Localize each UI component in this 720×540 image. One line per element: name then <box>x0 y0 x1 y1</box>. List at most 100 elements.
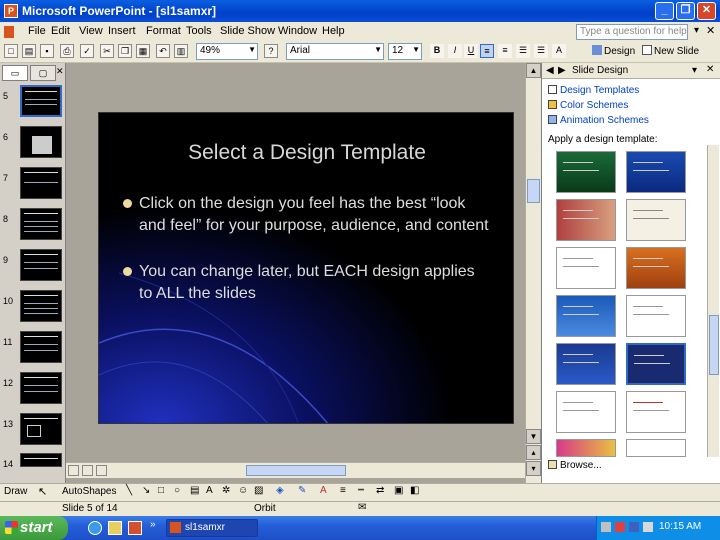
slide-sorter-icon[interactable] <box>82 465 93 476</box>
shadow-icon[interactable]: ▣ <box>394 485 403 496</box>
browse-link[interactable]: Browse... <box>548 460 602 471</box>
menu-format[interactable]: Format <box>146 25 181 37</box>
link-design-templates[interactable]: Design Templates <box>548 85 639 96</box>
font-size-select[interactable]: 12 ▼ <box>388 43 422 60</box>
slide-title[interactable]: Select a Design Template <box>99 141 513 165</box>
tab-slides[interactable]: ▭ <box>2 65 28 81</box>
normal-view-icon[interactable] <box>68 465 79 476</box>
previous-slide-icon[interactable]: ▴ <box>526 445 541 460</box>
pane-menu-icon[interactable]: ▾ <box>692 65 697 76</box>
close-button[interactable]: ✕ <box>697 2 716 20</box>
security-icon[interactable] <box>615 522 625 532</box>
gallery-scrollbar[interactable] <box>707 145 719 457</box>
font-color-icon[interactable]: A <box>552 44 566 58</box>
template-thumbnail[interactable] <box>626 391 686 433</box>
arrow-icon[interactable]: ↘ <box>142 485 150 496</box>
vertical-scrollbar[interactable]: ▲ ▼ ▴ ▾ <box>525 63 541 483</box>
close-pane-icon[interactable]: ✕ <box>56 66 64 77</box>
textbox-icon[interactable]: ▤ <box>190 485 199 496</box>
quick-launch-more-icon[interactable]: » <box>150 519 156 530</box>
slide-thumbnail[interactable] <box>20 167 62 199</box>
powerpoint-app-icon[interactable]: P <box>4 4 18 18</box>
template-thumbnail[interactable] <box>556 151 616 193</box>
display-icon[interactable] <box>643 522 653 532</box>
menu-slide-show[interactable]: Slide Show <box>220 25 275 37</box>
link-animation-schemes[interactable]: Animation Schemes <box>548 115 649 126</box>
slide-bullet[interactable]: You can change later, but EACH design ap… <box>123 261 493 305</box>
slide-thumbnail[interactable] <box>20 208 62 240</box>
autoshapes-menu[interactable]: AutoShapes <box>62 486 117 497</box>
numbering-icon[interactable]: ☰ <box>516 44 530 58</box>
spelling-icon[interactable]: ✓ <box>80 44 94 58</box>
next-slide-icon[interactable]: ▾ <box>526 461 541 476</box>
template-thumbnail[interactable] <box>626 247 686 289</box>
menu-window[interactable]: Window <box>278 25 317 37</box>
slide-thumbnail[interactable] <box>20 453 62 467</box>
folder-icon[interactable] <box>108 521 122 535</box>
template-thumbnail[interactable] <box>556 439 616 457</box>
3d-icon[interactable]: ◧ <box>410 485 419 496</box>
copy-icon[interactable]: ❐ <box>118 44 132 58</box>
clipart-icon[interactable]: ☺ <box>238 485 248 496</box>
picture-icon[interactable]: ▨ <box>254 485 263 496</box>
template-thumbnail[interactable] <box>556 391 616 433</box>
draw-menu[interactable]: Draw <box>4 486 27 497</box>
underline-icon[interactable]: U <box>464 44 478 58</box>
slide-thumbnail[interactable] <box>20 372 62 404</box>
ask-question-input[interactable]: Type a question for help <box>576 24 688 40</box>
template-thumbnail[interactable] <box>626 199 686 241</box>
taskbar-item-powerpoint[interactable]: sl1samxr <box>166 519 258 537</box>
arrow-style-icon[interactable]: ⇄ <box>376 485 384 496</box>
fill-color-icon[interactable]: ◈ <box>276 485 284 496</box>
align-left-icon[interactable]: ≡ <box>480 44 494 58</box>
font-select[interactable]: Arial ▼ <box>286 43 384 60</box>
new-slide-button[interactable]: New Slide <box>642 45 699 57</box>
print-icon[interactable]: ⎙ <box>60 44 74 58</box>
minimize-button[interactable]: _ <box>655 2 674 20</box>
slide-thumbnail[interactable] <box>20 290 62 322</box>
internet-explorer-icon[interactable] <box>88 521 102 535</box>
chart-icon[interactable]: ▥ <box>174 44 188 58</box>
line-icon[interactable]: ╲ <box>126 485 132 496</box>
back-arrow-icon[interactable]: ◀ <box>546 65 554 76</box>
rectangle-icon[interactable]: □ <box>158 485 164 496</box>
oval-icon[interactable]: ○ <box>174 485 180 496</box>
forward-arrow-icon[interactable]: ▶ <box>558 65 566 76</box>
line-style-icon[interactable]: ≡ <box>340 485 346 496</box>
align-center-icon[interactable]: ≡ <box>498 44 512 58</box>
menu-insert[interactable]: Insert <box>108 25 136 37</box>
slide-bullet[interactable]: Click on the design you feel has the bes… <box>123 193 493 259</box>
template-thumbnail[interactable] <box>626 151 686 193</box>
restore-button[interactable]: ❐ <box>676 2 695 20</box>
scroll-down-icon[interactable]: ▼ <box>526 429 541 444</box>
undo-icon[interactable]: ↶ <box>156 44 170 58</box>
start-button[interactable]: start <box>0 516 68 540</box>
menu-help[interactable]: Help <box>322 25 345 37</box>
horizontal-scrollbar[interactable] <box>66 462 525 478</box>
ask-dropdown-icon[interactable]: ▾ <box>694 25 699 36</box>
save-icon[interactable]: ▪ <box>40 44 54 58</box>
scroll-thumb[interactable] <box>527 179 540 203</box>
mail-icon[interactable] <box>128 521 142 535</box>
slide-thumbnail[interactable] <box>20 249 62 281</box>
cut-icon[interactable]: ✂ <box>100 44 114 58</box>
open-icon[interactable]: ▤ <box>22 44 36 58</box>
scroll-up-icon[interactable]: ▲ <box>526 63 541 78</box>
line-color-icon[interactable]: ✎ <box>298 485 306 496</box>
italic-icon[interactable]: I <box>448 44 462 58</box>
select-pointer-icon[interactable]: ↖ <box>38 485 47 498</box>
bullets-icon[interactable]: ☰ <box>534 44 548 58</box>
tab-outline[interactable]: ▢ <box>30 65 56 81</box>
menu-tools[interactable]: Tools <box>186 25 212 37</box>
shield-icon[interactable] <box>629 522 639 532</box>
menu-view[interactable]: View <box>79 25 103 37</box>
template-thumbnail[interactable] <box>626 295 686 337</box>
network-icon[interactable] <box>601 522 611 532</box>
document-icon[interactable] <box>4 26 14 38</box>
template-thumbnail-selected[interactable] <box>626 343 686 385</box>
slide-thumbnail[interactable] <box>20 413 62 445</box>
scroll-thumb[interactable] <box>246 465 346 476</box>
diagram-icon[interactable]: ✲ <box>222 485 230 496</box>
scroll-thumb[interactable] <box>709 315 719 375</box>
template-thumbnail[interactable] <box>556 247 616 289</box>
